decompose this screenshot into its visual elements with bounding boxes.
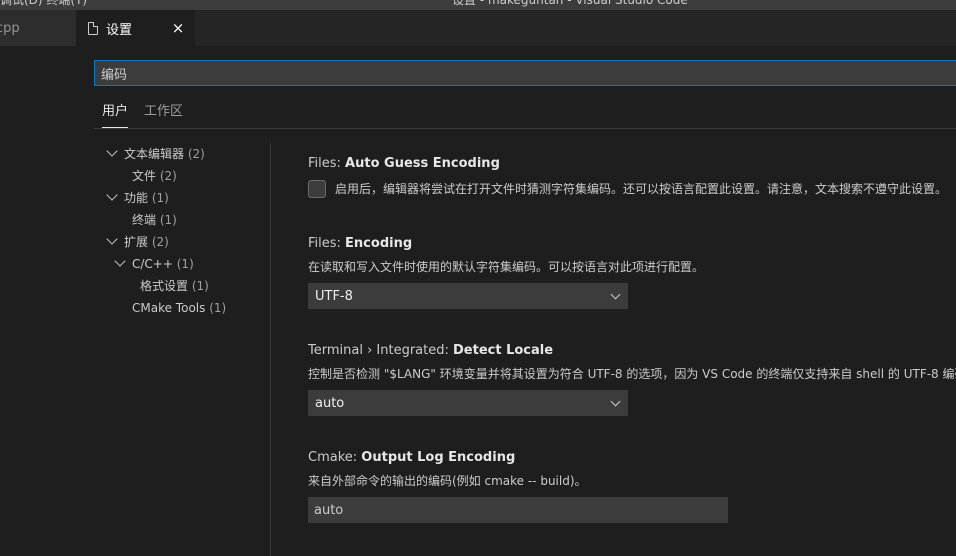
tab-label: 设置 bbox=[106, 22, 133, 38]
encoding-select[interactable]: UTF-8 bbox=[308, 283, 628, 309]
setting-title: Cmake: Output Log Encoding bbox=[308, 449, 728, 467]
setting-name: Detect Locale bbox=[453, 343, 554, 358]
setting-description: 启用后，编辑器将尝试在打开文件时猜测字符集编码。还可以按语言配置此设置。请注意，… bbox=[335, 182, 948, 196]
tab-label: cpp bbox=[0, 20, 20, 36]
toc-label: 终端 bbox=[132, 213, 157, 227]
setting-category: Cmake: bbox=[308, 450, 362, 465]
toc-divider bbox=[270, 143, 271, 556]
settings-scope-tabs: 用户 工作区 bbox=[94, 97, 956, 129]
setting-category: Terminal › Integrated: bbox=[308, 343, 453, 358]
settings-search[interactable] bbox=[94, 60, 956, 86]
toc-count: (1) bbox=[151, 191, 169, 205]
setting-cmake-output-log-encoding: Cmake: Output Log Encoding 来自外部命令的输出的编码(… bbox=[308, 449, 728, 523]
auto-guess-checkbox[interactable] bbox=[308, 180, 326, 198]
setting-description: 来自外部命令的输出的编码(例如 cmake -- build)。 bbox=[308, 474, 587, 488]
toc-label: 功能 bbox=[124, 191, 149, 205]
tab-user[interactable]: 用户 bbox=[102, 97, 129, 128]
setting-auto-guess-encoding: Files: Auto Guess Encoding 启用后，编辑器将尝试在打开… bbox=[308, 155, 947, 201]
toc-item-files[interactable]: 文件 (2) bbox=[132, 165, 177, 187]
toc-item-text-editor[interactable]: 文本编辑器 (2) bbox=[106, 143, 205, 165]
setting-description: 在读取和写入文件时使用的默认字符集编码。可以按语言对此项进行配置。 bbox=[308, 260, 705, 274]
toc-item-terminal[interactable]: 终端 (1) bbox=[132, 209, 177, 231]
toc-item-formatting[interactable]: 格式设置 (1) bbox=[140, 275, 209, 297]
toc-label: C/C++ bbox=[132, 257, 173, 271]
menu-bar[interactable]: 调试(D) 终端(T) bbox=[0, 0, 87, 8]
chevron-down-icon bbox=[106, 189, 118, 201]
setting-files-encoding: Files: Encoding 在读取和写入文件时使用的默认字符集编码。可以按语… bbox=[308, 235, 704, 309]
setting-title: Files: Auto Guess Encoding bbox=[308, 155, 947, 173]
toc-count: (1) bbox=[191, 279, 209, 293]
setting-detect-locale: Terminal › Integrated: Detect Locale 控制是… bbox=[308, 342, 956, 416]
toc-count: (1) bbox=[159, 213, 177, 227]
toc-item-features[interactable]: 功能 (1) bbox=[106, 187, 169, 209]
chevron-down-icon bbox=[610, 289, 621, 299]
toc-count: (1) bbox=[176, 257, 194, 271]
tab-cpp-file[interactable]: cpp bbox=[0, 10, 76, 46]
toc-label: 格式设置 bbox=[140, 279, 189, 293]
chevron-down-icon bbox=[114, 255, 126, 267]
toc-label: 扩展 bbox=[124, 235, 149, 249]
checkbox-row: 启用后，编辑器将尝试在打开文件时猜测字符集编码。还可以按语言配置此设置。请注意，… bbox=[308, 177, 947, 201]
select-value: UTF-8 bbox=[315, 288, 353, 304]
setting-title: Terminal › Integrated: Detect Locale bbox=[308, 342, 956, 360]
close-icon[interactable]: × bbox=[169, 19, 187, 37]
toc-item-cpp[interactable]: C/C++ (1) bbox=[114, 253, 194, 275]
toc-item-extensions[interactable]: 扩展 (2) bbox=[106, 231, 169, 253]
toc-count: (2) bbox=[151, 235, 169, 249]
toc-count: (2) bbox=[159, 169, 177, 183]
setting-name: Encoding bbox=[345, 236, 413, 251]
file-icon bbox=[88, 21, 98, 35]
window-title: 设置 - makeguntan - Visual Studio Code bbox=[452, 0, 688, 7]
detect-locale-select[interactable]: auto bbox=[308, 390, 628, 416]
setting-category: Files: bbox=[308, 156, 346, 171]
chevron-down-icon bbox=[106, 233, 118, 245]
select-value: auto bbox=[315, 395, 345, 411]
title-bar: 调试(D) 终端(T) 设置 - makeguntan - Visual Stu… bbox=[0, 0, 956, 10]
toc-item-cmake-tools[interactable]: CMake Tools (1) bbox=[132, 297, 226, 319]
editor-tab-bar: cpp 设置 × bbox=[0, 10, 956, 46]
search-input[interactable] bbox=[101, 65, 956, 81]
toc-label: 文件 bbox=[132, 169, 157, 183]
chevron-down-icon bbox=[610, 396, 621, 406]
toc-label: CMake Tools bbox=[132, 301, 206, 315]
chevron-down-icon bbox=[106, 145, 118, 157]
toc-label: 文本编辑器 bbox=[124, 147, 185, 161]
tab-workspace[interactable]: 工作区 bbox=[144, 97, 183, 128]
setting-title: Files: Encoding bbox=[308, 235, 704, 253]
setting-name: Output Log Encoding bbox=[361, 450, 516, 465]
setting-category: Files: bbox=[308, 236, 346, 251]
tab-settings[interactable]: 设置 × bbox=[76, 10, 195, 46]
output-log-encoding-input[interactable]: auto bbox=[308, 497, 728, 523]
setting-description: 控制是否检测 "$LANG" 环境变量并将其设置为符合 UTF-8 的选项，因为… bbox=[308, 367, 956, 381]
setting-name: Auto Guess Encoding bbox=[345, 156, 500, 171]
toc-count: (2) bbox=[187, 147, 205, 161]
toc-count: (1) bbox=[209, 301, 227, 315]
